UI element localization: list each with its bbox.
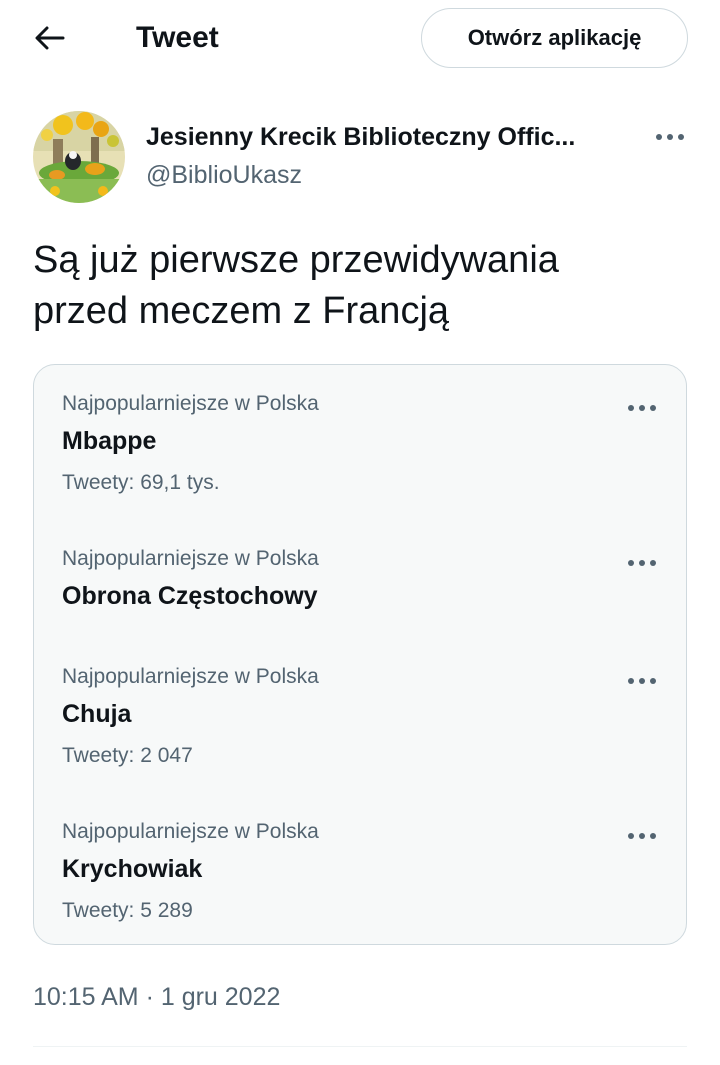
top-bar: Tweet Otwórz aplikację <box>0 0 720 78</box>
divider <box>33 1046 687 1047</box>
trend-name: Obrona Częstochowy <box>62 582 318 610</box>
trend-name: Mbappe <box>62 427 157 455</box>
trend-count: Tweety: 5 289 <box>62 899 193 922</box>
trend-context: Najpopularniejsze w Polska <box>62 392 319 415</box>
trend-context: Najpopularniejsze w Polska <box>62 820 319 843</box>
more-horizontal-icon[interactable] <box>652 127 688 147</box>
open-app-button[interactable]: Otwórz aplikację <box>421 8 688 68</box>
more-horizontal-icon <box>624 671 660 691</box>
embedded-image[interactable]: Najpopularniejsze w Polska Mbappe Tweety… <box>33 364 687 945</box>
author-handle[interactable]: @BiblioUkasz <box>146 158 302 192</box>
author-name[interactable]: Jesienny Krecik Biblioteczny Offic... <box>146 120 575 154</box>
tweet-timestamp[interactable]: 10:15 AM · 1 gru 2022 <box>33 980 280 1014</box>
tweet-text: Są już pierwsze przewidywania przed mecz… <box>33 235 673 337</box>
avatar[interactable] <box>33 111 125 203</box>
page-title: Tweet <box>136 21 219 54</box>
more-horizontal-icon <box>624 826 660 846</box>
trend-name: Chuja <box>62 700 132 728</box>
arrow-left-icon <box>35 26 65 50</box>
trend-context: Najpopularniejsze w Polska <box>62 547 319 570</box>
trend-name: Krychowiak <box>62 855 203 883</box>
tweet-text-line-2: przed meczem z Francją <box>33 290 450 332</box>
trend-context: Najpopularniejsze w Polska <box>62 665 319 688</box>
more-horizontal-icon <box>624 398 660 418</box>
back-button[interactable] <box>28 16 72 60</box>
trend-count: Tweety: 69,1 tys. <box>62 471 220 494</box>
tweet-text-line-1: Są już pierwsze przewidywania <box>33 239 559 281</box>
more-horizontal-icon <box>624 553 660 573</box>
trend-count: Tweety: 2 047 <box>62 744 193 767</box>
